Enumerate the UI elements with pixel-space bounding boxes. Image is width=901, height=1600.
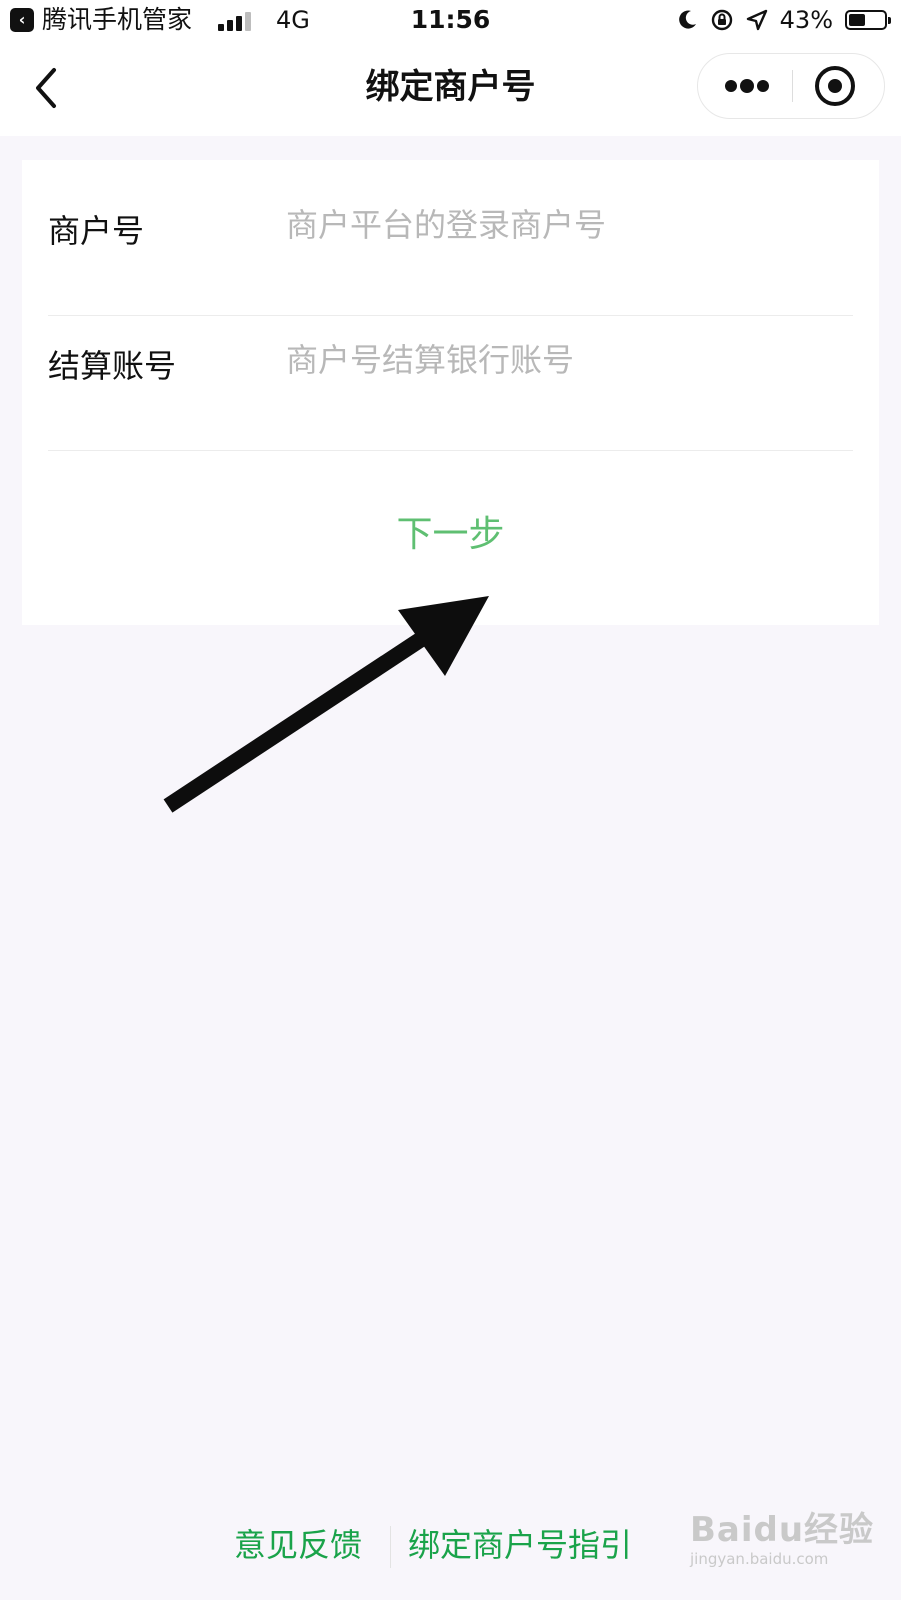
capsule-divider bbox=[792, 70, 793, 102]
feedback-link[interactable]: 意见反馈 bbox=[234, 1522, 362, 1568]
battery-percent: 43% bbox=[779, 6, 833, 34]
bind-guide-link[interactable]: 绑定商户号指引 bbox=[408, 1522, 632, 1568]
next-step-button[interactable]: 下一步 bbox=[22, 510, 879, 560]
rotation-lock-icon bbox=[711, 9, 732, 31]
more-menu-button[interactable] bbox=[698, 54, 792, 118]
navigation-bar: 绑定商户号 bbox=[0, 40, 901, 136]
row-divider bbox=[48, 450, 853, 451]
settlement-account-row: 结算账号 bbox=[48, 295, 853, 431]
status-bar: ‹ 腾讯手机管家 4G 11:56 43% bbox=[0, 0, 901, 40]
bind-merchant-form: 商户号 结算账号 下一步 bbox=[22, 160, 879, 625]
watermark-url: jingyan.baidu.com bbox=[690, 1550, 829, 1568]
battery-icon bbox=[845, 10, 891, 30]
miniprogram-capsule bbox=[697, 53, 885, 119]
watermark-brand: Baidu经验 bbox=[690, 1510, 875, 1550]
settlement-account-input[interactable] bbox=[286, 335, 846, 385]
merchant-id-row: 商户号 bbox=[48, 160, 853, 296]
settlement-account-label: 结算账号 bbox=[48, 347, 177, 385]
baidu-watermark: Baidu经验 jingyan.baidu.com bbox=[690, 1510, 874, 1568]
close-miniprogram-icon[interactable] bbox=[815, 66, 855, 106]
footer-divider bbox=[390, 1526, 391, 1568]
merchant-id-input[interactable] bbox=[286, 200, 846, 250]
moon-icon bbox=[678, 10, 696, 29]
merchant-id-label: 商户号 bbox=[48, 212, 145, 250]
location-icon bbox=[746, 9, 767, 31]
status-right-group: 43% bbox=[678, 4, 891, 36]
